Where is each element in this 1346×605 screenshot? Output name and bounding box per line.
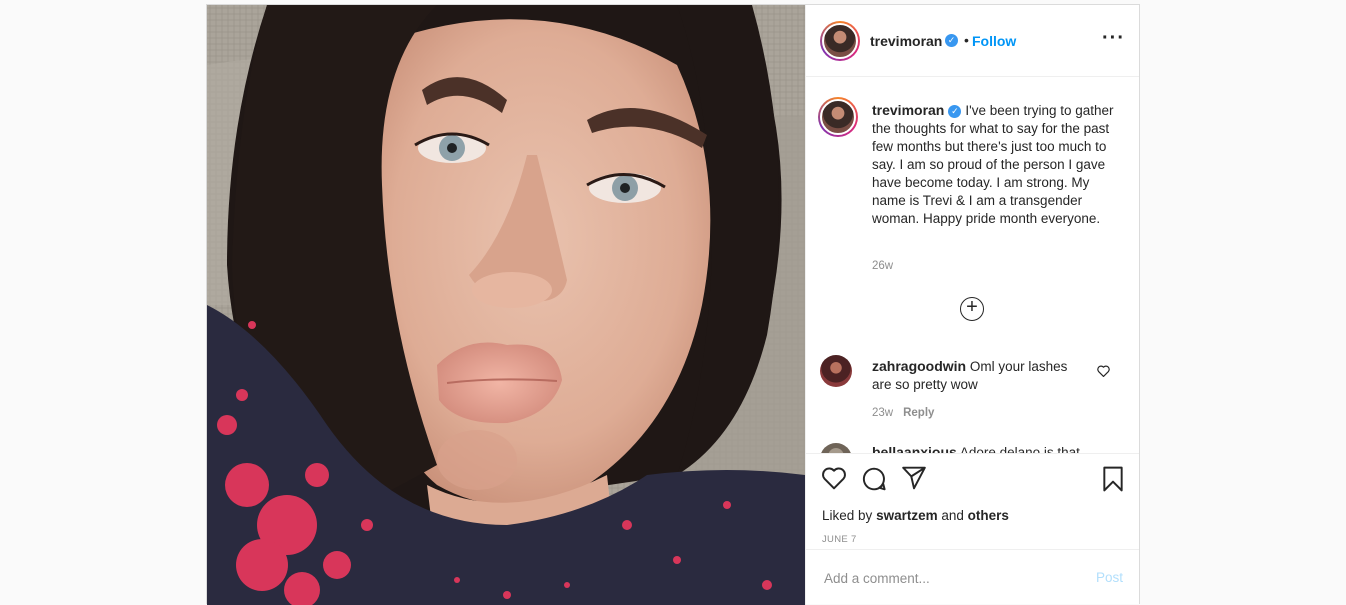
caption-username[interactable]: trevimoran: [872, 102, 944, 118]
comment-username[interactable]: bellaanxious: [872, 444, 957, 453]
reply-button[interactable]: Reply: [903, 407, 934, 419]
likes-prefix: Liked by: [822, 508, 873, 523]
likes-and: and: [941, 508, 964, 523]
comment-timestamp[interactable]: 23w: [872, 407, 893, 419]
comment-like-icon[interactable]: [1097, 365, 1110, 377]
like-heart-icon[interactable]: [821, 466, 847, 490]
post-header: trevimoran ✓ • Follow ···: [806, 5, 1139, 77]
header-username[interactable]: trevimoran: [870, 33, 942, 49]
share-paper-plane-icon[interactable]: [901, 466, 927, 490]
follow-button[interactable]: Follow: [972, 33, 1016, 49]
verified-badge-icon: ✓: [945, 34, 958, 47]
instagram-post: trevimoran ✓ • Follow ··· trevimoran ✓ I'v…: [206, 4, 1140, 605]
comment-meta: 23w Reply: [872, 407, 934, 419]
likes-others-link[interactable]: others: [968, 508, 1009, 523]
save-bookmark-icon[interactable]: [1102, 466, 1124, 492]
post-photo[interactable]: [207, 5, 805, 605]
caption-timestamp[interactable]: 26w: [872, 260, 893, 272]
more-options-icon[interactable]: ···: [1102, 28, 1125, 48]
post-date[interactable]: JUNE 7: [822, 534, 857, 545]
load-more-comments-icon[interactable]: +: [960, 297, 984, 321]
post-actions: Liked by swartzem and others JUNE 7: [806, 453, 1139, 549]
add-comment-bar: Post: [806, 549, 1139, 605]
selfie-image: [207, 5, 805, 605]
caption-text: I've been trying to gather the thoughts …: [872, 103, 1114, 226]
comments-section[interactable]: trevimoran ✓ I've been trying to gather th…: [806, 77, 1139, 453]
comment-item: zahragoodwin Oml your lashes are so pret…: [872, 357, 1087, 394]
comment-item: bellaanxious Adore delano is that: [872, 443, 1122, 453]
separator-dot: •: [964, 32, 969, 48]
post-caption: trevimoran ✓ I've been trying to gather th…: [872, 101, 1122, 228]
verified-badge-icon: ✓: [948, 104, 962, 118]
comment-text: Adore delano is that: [959, 445, 1080, 453]
comment-avatar[interactable]: [820, 443, 852, 453]
add-comment-input[interactable]: [822, 566, 1076, 590]
likes-summary: Liked by swartzem and others: [822, 508, 1009, 523]
liked-by-user-link[interactable]: swartzem: [876, 508, 938, 523]
comment-bubble-icon[interactable]: [861, 466, 887, 492]
post-side-panel: trevimoran ✓ • Follow ··· trevimoran ✓ I'v…: [805, 5, 1139, 605]
caption-avatar[interactable]: [818, 97, 858, 137]
avatar[interactable]: [820, 21, 860, 61]
post-comment-button[interactable]: Post: [1096, 570, 1123, 585]
comment-username[interactable]: zahragoodwin: [872, 358, 966, 374]
comment-avatar[interactable]: [820, 355, 852, 387]
